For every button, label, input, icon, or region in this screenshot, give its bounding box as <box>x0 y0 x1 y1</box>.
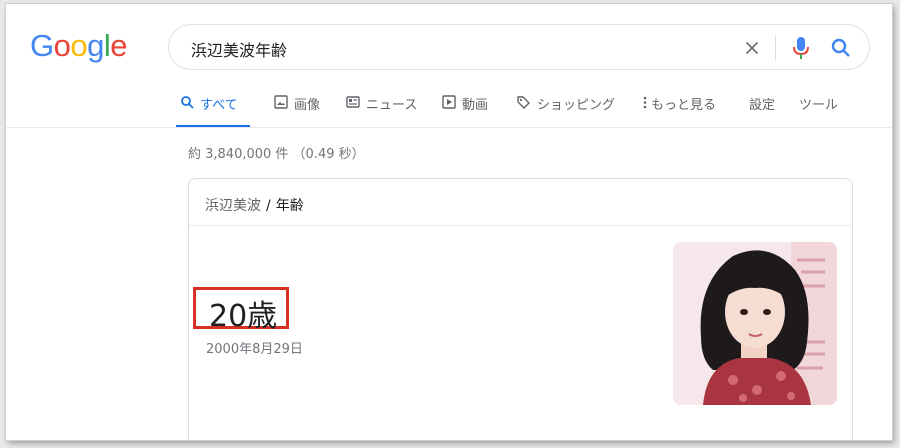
news-icon <box>346 96 360 108</box>
tab-all-label: すべて <box>200 98 238 113</box>
google-logo[interactable]: Google <box>30 28 128 64</box>
tab-shopping[interactable]: ショッピング <box>516 94 615 128</box>
clear-icon[interactable] <box>741 37 763 59</box>
video-icon <box>442 95 456 109</box>
breadcrumb: 浜辺美波 / 年齢 <box>205 195 304 215</box>
breadcrumb-parent[interactable]: 浜辺美波 <box>205 198 261 214</box>
tab-images[interactable]: 画像 <box>274 94 320 128</box>
search-icon <box>181 96 194 109</box>
tab-videos-label: 動画 <box>462 98 489 113</box>
tab-more-label: もっと見る <box>651 98 717 113</box>
logo-letter: o <box>70 28 88 63</box>
tab-videos[interactable]: 動画 <box>442 94 488 128</box>
answer-card: 浜辺美波 / 年齢 20歳 2000年8月29日 <box>188 178 853 440</box>
tab-tools-label: ツール <box>799 98 839 113</box>
birth-date: 2000年8月29日 <box>206 342 303 357</box>
person-photo[interactable] <box>673 242 837 405</box>
logo-letter: e <box>110 28 128 63</box>
search-input[interactable]: 浜辺美波年齢 <box>191 37 287 61</box>
tab-news-label: ニュース <box>366 98 418 113</box>
tab-tools[interactable]: ツール <box>799 94 838 128</box>
portrait-image <box>673 242 837 405</box>
result-stats: 約 3,840,000 件 （0.49 秒） <box>188 147 365 162</box>
search-box[interactable]: 浜辺美波年齢 <box>168 24 870 70</box>
tab-shopping-label: ショッピング <box>537 98 616 113</box>
logo-letter: o <box>53 28 71 63</box>
microphone-icon[interactable] <box>789 35 813 61</box>
tab-settings[interactable]: 設定 <box>749 94 775 128</box>
image-icon <box>274 95 288 109</box>
search-divider <box>775 35 776 61</box>
age-answer: 20歳 <box>209 299 278 334</box>
tab-news[interactable]: ニュース <box>346 94 417 128</box>
logo-letter: G <box>30 28 54 63</box>
breadcrumb-separator: / <box>266 198 271 214</box>
highlight-box: 20歳 <box>193 287 289 334</box>
tag-icon <box>517 96 530 109</box>
tabs-divider <box>6 127 892 128</box>
more-vert-icon <box>643 96 647 109</box>
tab-more[interactable]: もっと見る <box>642 94 716 128</box>
tab-all[interactable]: すべて <box>176 94 250 128</box>
tab-settings-label: 設定 <box>749 98 776 113</box>
search-icon[interactable] <box>829 36 853 60</box>
logo-letter: g <box>87 28 104 63</box>
card-divider <box>189 225 852 226</box>
breadcrumb-current: 年齢 <box>275 198 304 214</box>
browser-window: Google 浜辺美波年齢 すべて 画像 ニュース 動画 ショッピング もっと見… <box>6 4 892 440</box>
tab-images-label: 画像 <box>294 98 321 113</box>
